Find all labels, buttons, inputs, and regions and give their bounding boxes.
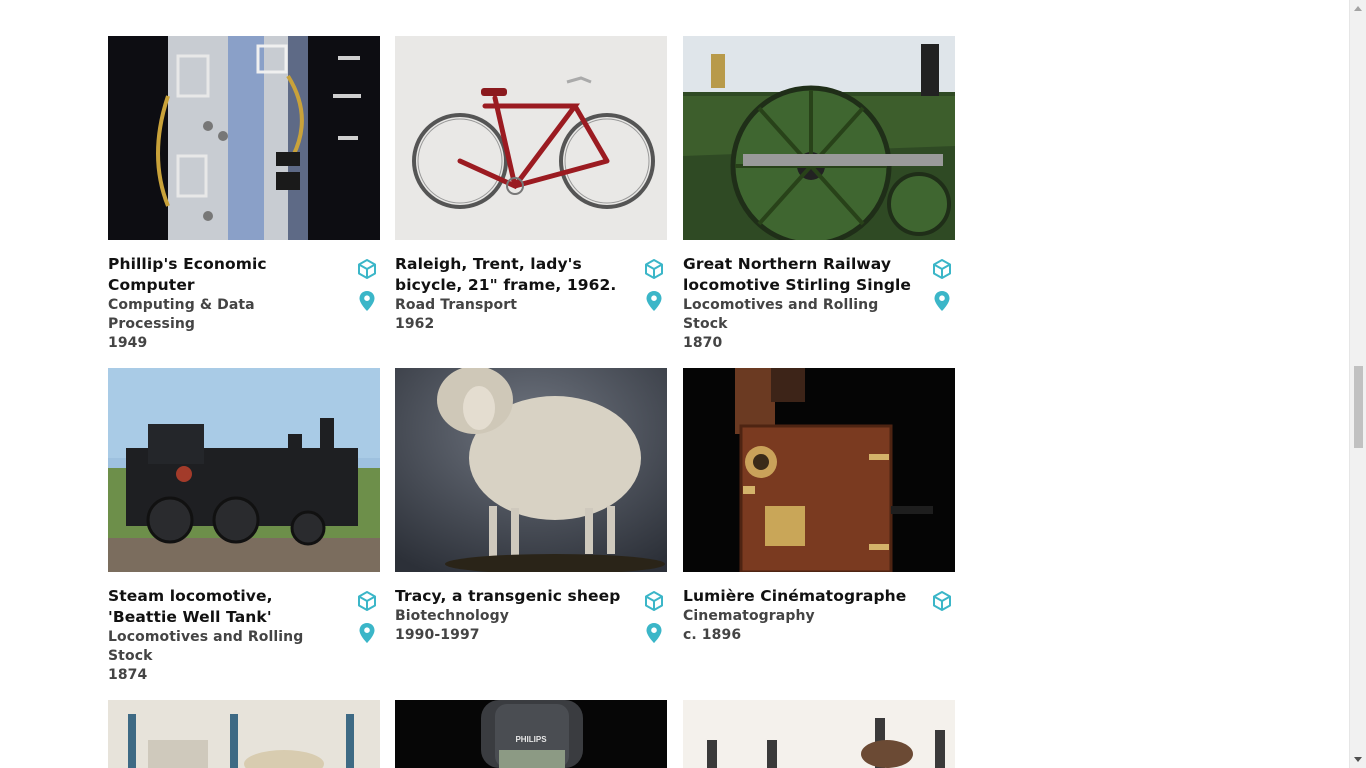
page-scrollbar[interactable]	[1349, 0, 1366, 768]
object-category: Locomotives and Rolling Stock	[683, 297, 879, 332]
object-image-locomotive-stirling[interactable]	[683, 36, 955, 240]
object-title[interactable]: Lumière Cinématographe Cinematography c.…	[683, 586, 921, 645]
object-image-computer[interactable]	[108, 36, 380, 240]
object-image-bicycle[interactable]	[395, 36, 667, 240]
object-image-cinematographe[interactable]	[683, 368, 955, 572]
object-date: 1990-1997	[395, 627, 480, 643]
object-card[interactable]	[683, 700, 955, 768]
object-image-partial-factory[interactable]	[108, 700, 380, 768]
map-pin-icon[interactable]	[645, 290, 663, 312]
object-date: c. 1896	[683, 627, 742, 643]
map-pin-icon[interactable]	[933, 290, 951, 312]
object-card[interactable]: Great Northern Railway locomotive Stirli…	[683, 36, 955, 351]
object-card[interactable]: Tracy, a transgenic sheep Biotechnology …	[395, 368, 667, 643]
object-category: Cinematography	[683, 608, 815, 624]
object-card[interactable]: PHILIPS	[395, 700, 667, 768]
map-pin-icon[interactable]	[358, 622, 376, 644]
object-title[interactable]: Steam locomotive, 'Beattie Well Tank' Lo…	[108, 586, 346, 685]
object-card[interactable]: Raleigh, Trent, lady's bicycle, 21" fram…	[395, 36, 667, 332]
cube-3d-icon[interactable]	[356, 258, 378, 280]
object-date: 1874	[108, 667, 148, 683]
object-date: 1949	[108, 335, 148, 351]
object-title[interactable]: Phillip's Economic Computer Computing & …	[108, 254, 346, 353]
cube-3d-icon[interactable]	[931, 258, 953, 280]
object-date: 1870	[683, 335, 723, 351]
object-image-partial-apparatus[interactable]	[683, 700, 955, 768]
object-title[interactable]: Raleigh, Trent, lady's bicycle, 21" fram…	[395, 254, 633, 334]
object-image-partial-phone[interactable]: PHILIPS	[395, 700, 667, 768]
object-card[interactable]	[108, 700, 380, 768]
object-image-beattie-well-tank[interactable]	[108, 368, 380, 572]
cube-3d-icon[interactable]	[643, 590, 665, 612]
map-pin-icon[interactable]	[358, 290, 376, 312]
cube-3d-icon[interactable]	[356, 590, 378, 612]
object-title[interactable]: Great Northern Railway locomotive Stirli…	[683, 254, 921, 353]
object-category: Biotechnology	[395, 608, 509, 624]
phone-brand-text: PHILIPS	[515, 735, 547, 744]
object-card[interactable]: Lumière Cinématographe Cinematography c.…	[683, 368, 955, 643]
scroll-up-icon[interactable]	[1354, 6, 1362, 11]
map-pin-icon[interactable]	[645, 622, 663, 644]
object-category: Locomotives and Rolling Stock	[108, 629, 304, 664]
object-category: Road Transport	[395, 297, 518, 313]
object-date: 1962	[395, 316, 435, 332]
cube-3d-icon[interactable]	[643, 258, 665, 280]
scrollbar-thumb[interactable]	[1354, 366, 1363, 448]
object-image-sheep[interactable]	[395, 368, 667, 572]
object-card[interactable]: Phillip's Economic Computer Computing & …	[108, 36, 380, 351]
object-card[interactable]: Steam locomotive, 'Beattie Well Tank' Lo…	[108, 368, 380, 683]
object-title[interactable]: Tracy, a transgenic sheep Biotechnology …	[395, 586, 633, 645]
scroll-down-icon[interactable]	[1354, 757, 1362, 762]
object-category: Computing & Data Processing	[108, 297, 255, 332]
cube-3d-icon[interactable]	[931, 590, 953, 612]
